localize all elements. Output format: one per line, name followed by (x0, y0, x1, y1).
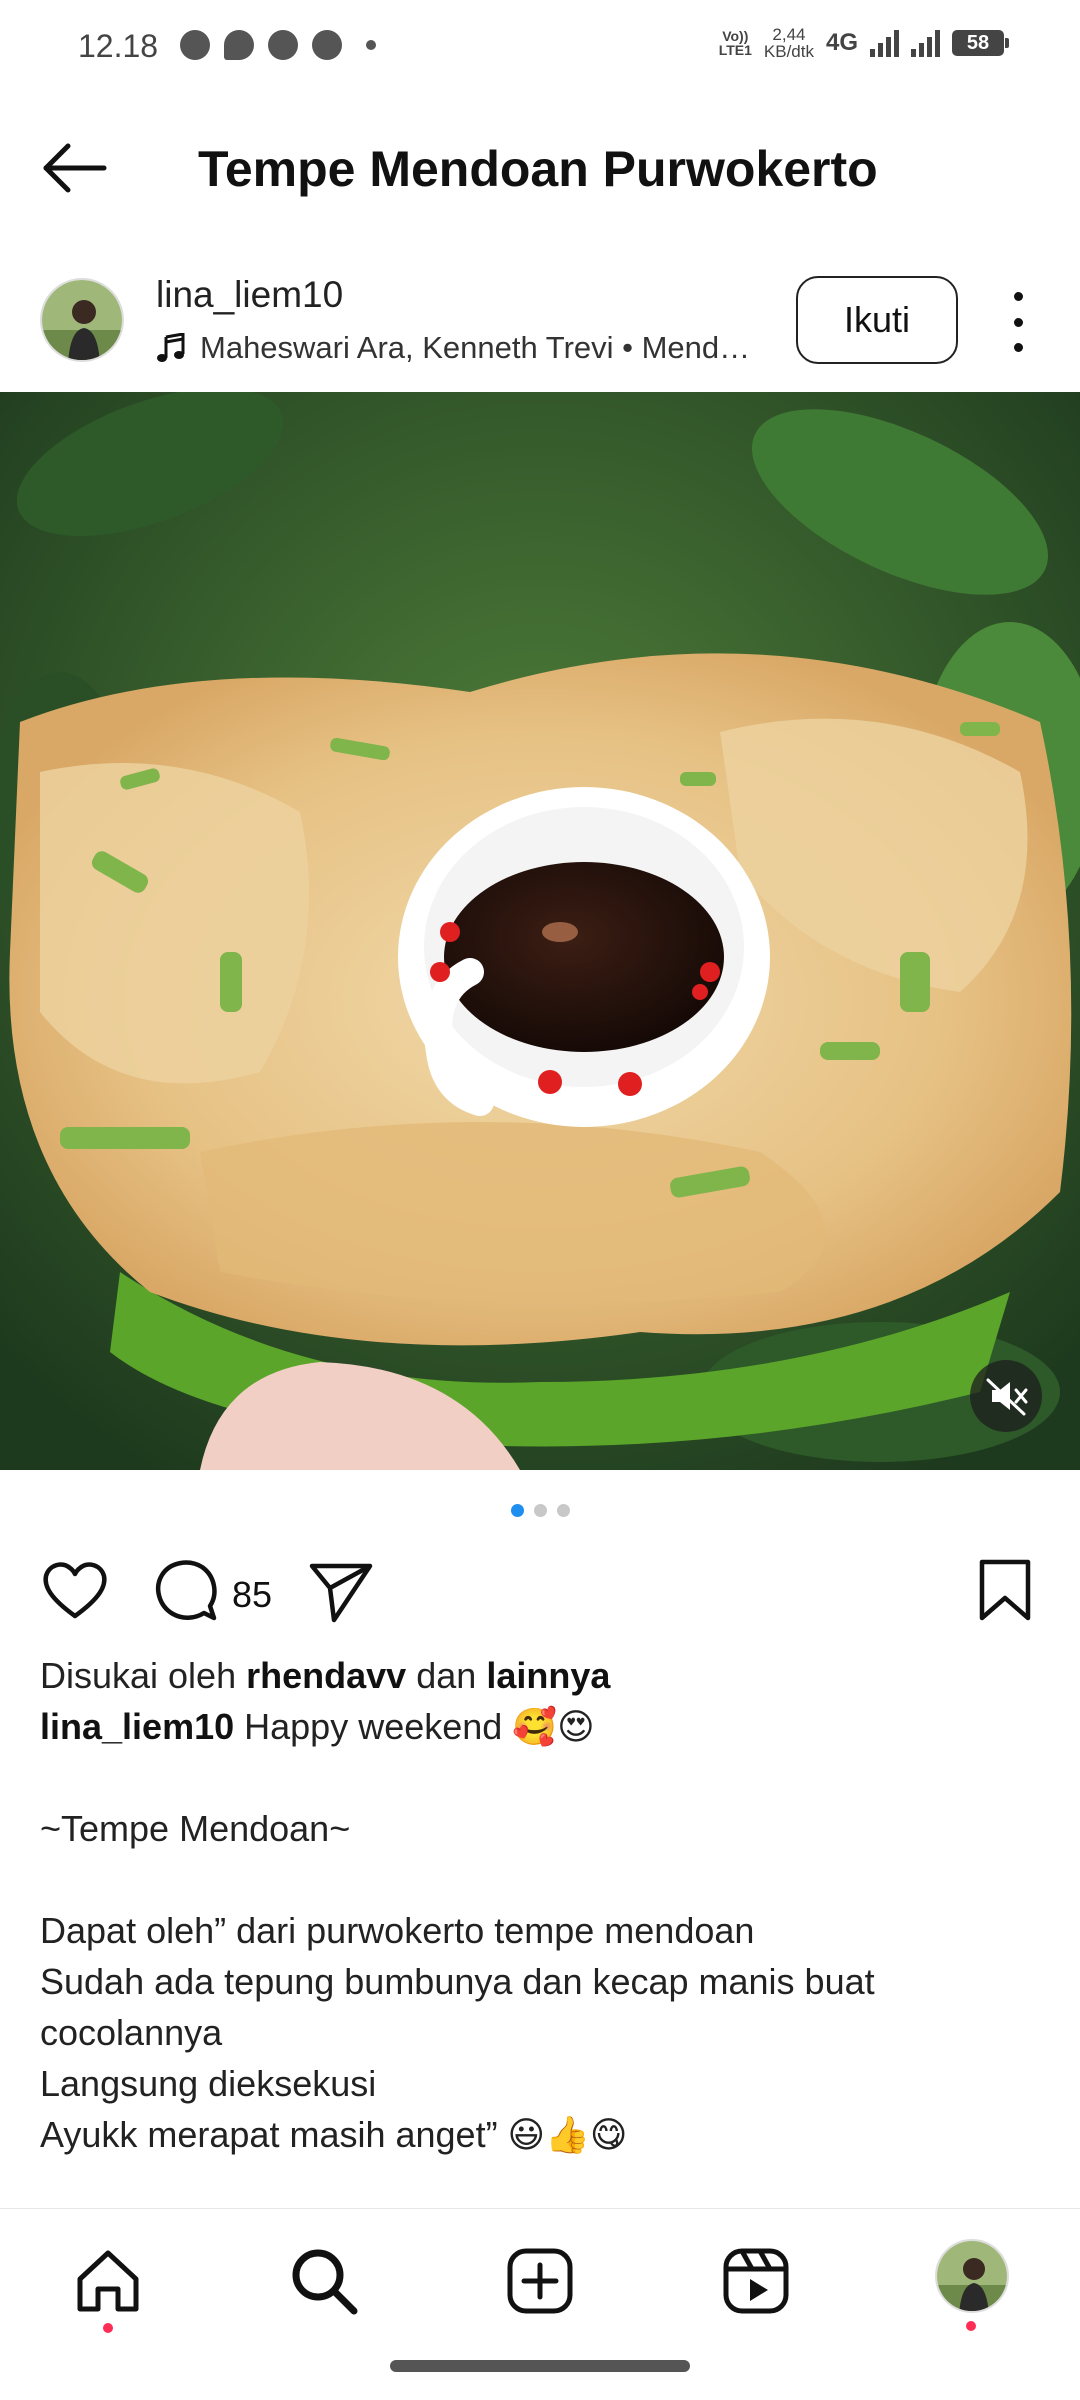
comment-button[interactable] (152, 1556, 222, 1626)
likes-prefix: Disukai oleh (40, 1655, 237, 1696)
page-title: Tempe Mendoan Purwokerto (198, 141, 878, 197)
post-photo[interactable] (0, 392, 1080, 1470)
home-indicator[interactable] (390, 2360, 690, 2372)
facebook-icon (268, 30, 298, 60)
send-icon (309, 1563, 373, 1623)
profile-notification-dot (966, 2321, 976, 2331)
caption-text: Happy weekend 🥰😍 (244, 1706, 595, 1747)
network-type: 4G (825, 29, 858, 56)
caption-first-line: lina_liem10 Happy weekend 🥰😍 (40, 1701, 1050, 1752)
caption-line-5: Ayukk merapat masih anget” 😃👍😋 (40, 2114, 628, 2155)
carousel-dot-active (510, 1504, 524, 1517)
comment-icon (156, 1560, 217, 1621)
save-button[interactable] (970, 1556, 1040, 1626)
home-icon (77, 2250, 139, 2312)
signal-icon (870, 29, 899, 57)
status-time: 12.18 (78, 28, 159, 64)
caption-line-1: Dapat oleh” dari purwokerto tempe mendoa… (40, 1910, 755, 1951)
page-header: Tempe Mendoan Purwokerto (0, 120, 1080, 220)
caption-line-3: cocolannya (40, 2012, 223, 2053)
follow-button[interactable]: Ikuti (796, 276, 958, 364)
volte-indicator: Vo)) LTE1 (718, 28, 752, 58)
arrow-left-icon (43, 143, 107, 193)
more-notifications-dot (366, 40, 376, 50)
nav-search[interactable] (286, 2243, 362, 2319)
reels-icon (723, 2248, 789, 2314)
back-button[interactable] (40, 138, 110, 198)
message-icon (224, 30, 254, 60)
likes-connector: dan (416, 1655, 477, 1696)
caption-line-4: Langsung dieksekusi (40, 2063, 377, 2104)
audio-track[interactable]: Maheswari Ara, Kenneth Trevi • Mend… (156, 330, 776, 366)
more-options-button[interactable] (1000, 292, 1036, 352)
caption-title: ~Tempe Mendoan~ (40, 1808, 351, 1849)
avatar-image (42, 280, 122, 360)
nav-home[interactable] (70, 2243, 146, 2333)
author-avatar[interactable] (40, 278, 124, 362)
status-indicators: Vo)) LTE1 2,44 KB/dtk 4G 58 (718, 25, 1009, 61)
create-icon (507, 2248, 573, 2314)
like-button[interactable] (40, 1556, 110, 1626)
search-icon (292, 2249, 358, 2315)
caption-line-2: Sudah ada tepung bumbunya dan kecap mani… (40, 1961, 875, 2002)
nav-reels[interactable] (718, 2243, 794, 2319)
signal-icon-2 (911, 29, 940, 57)
battery-icon: 58 (952, 30, 1009, 56)
carousel-dot (556, 1504, 570, 1517)
nav-create[interactable] (502, 2243, 578, 2319)
carousel-dot (533, 1504, 547, 1517)
audio-track-label: Maheswari Ara, Kenneth Trevi • Mend… (200, 330, 751, 365)
caption-author[interactable]: lina_liem10 (40, 1706, 234, 1747)
nav-profile-avatar[interactable] (935, 2239, 1009, 2313)
bookmark-icon (979, 1559, 1031, 1621)
author-username[interactable]: lina_liem10 (156, 274, 343, 316)
liked-by-user[interactable]: rhendavv (246, 1655, 406, 1696)
post-caption: Disukai oleh rhendavv dan lainnya lina_l… (40, 1650, 1050, 2160)
status-bar: 12.18 Vo)) LTE1 2,44 KB/dtk 4G 58 (0, 0, 1080, 96)
muted-speaker-icon (986, 1378, 1028, 1416)
likes-summary[interactable]: Disukai oleh rhendavv dan lainnya (40, 1650, 1050, 1701)
carousel-indicator (0, 1504, 1080, 1517)
tempe-mendoan-photo (0, 392, 1080, 1470)
more-dots-icon (1013, 292, 1023, 301)
post-actions: 85 (0, 1552, 1080, 1632)
compass-icon (312, 30, 342, 60)
home-notification-dot (103, 2323, 113, 2333)
profile-avatar-image (937, 2241, 1007, 2311)
music-note-icon (157, 333, 185, 362)
notification-icons (180, 30, 376, 60)
whatsapp-icon (180, 30, 210, 60)
network-speed: 2,44 KB/dtk (763, 25, 814, 61)
heart-icon (43, 1562, 107, 1619)
share-button[interactable] (306, 1556, 376, 1626)
bottom-navigation (0, 2208, 1080, 2348)
mute-button[interactable] (970, 1360, 1042, 1432)
liked-by-others[interactable]: lainnya (486, 1655, 610, 1696)
comment-count: 85 (232, 1574, 273, 1615)
post-header: lina_liem10 Maheswari Ara, Kenneth Trevi… (0, 262, 1080, 382)
